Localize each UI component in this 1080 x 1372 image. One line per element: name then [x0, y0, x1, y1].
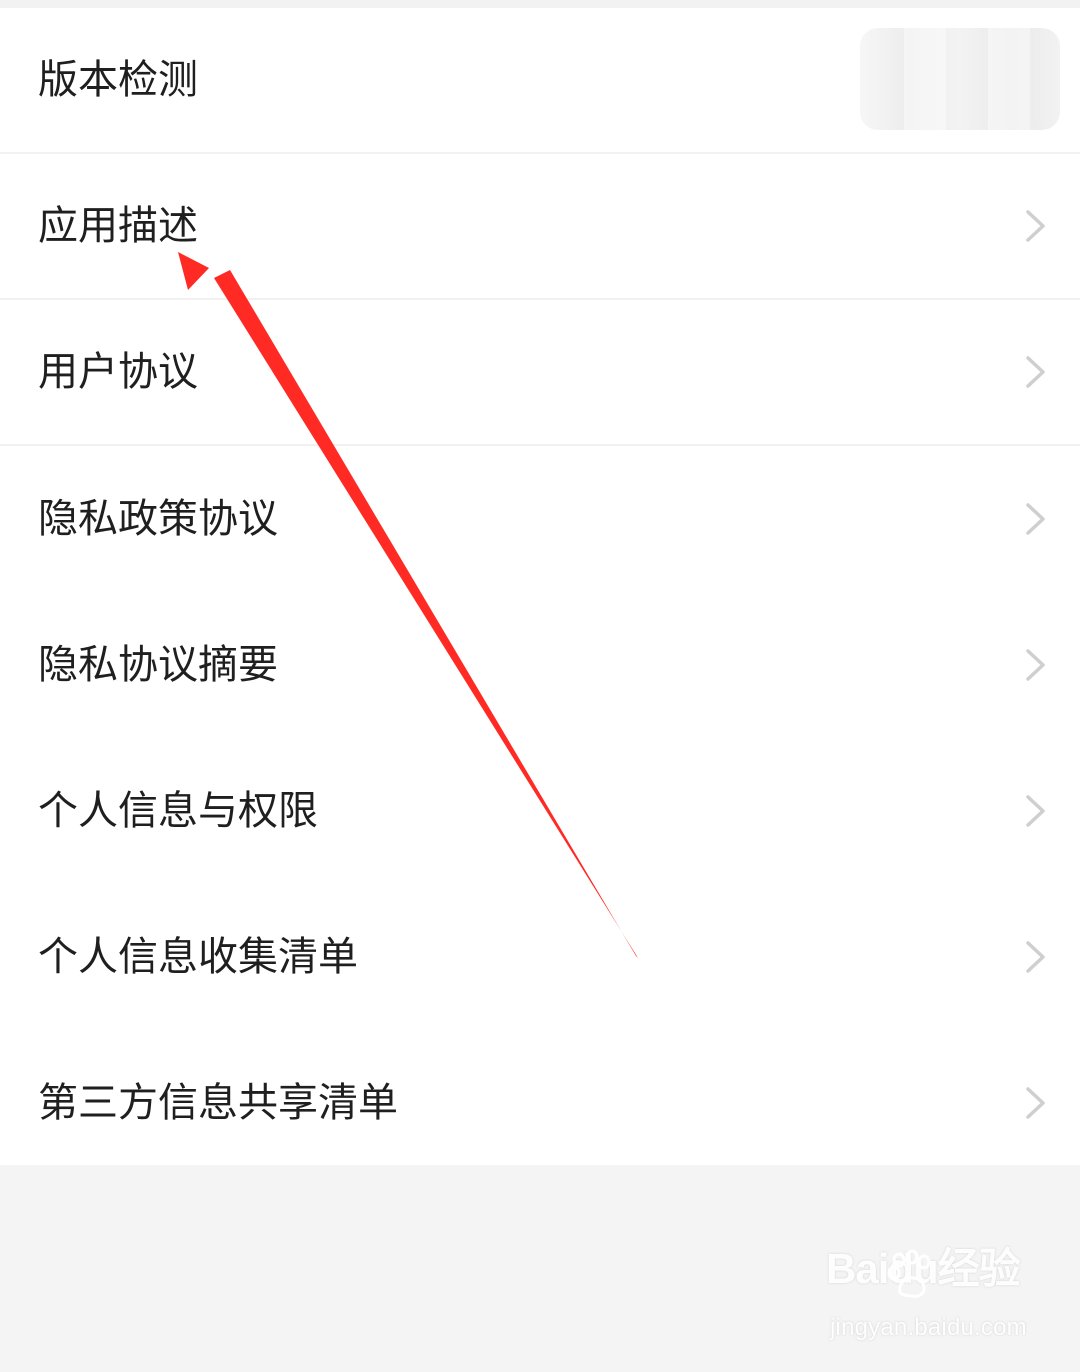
settings-item-label: 版本检测	[38, 57, 198, 103]
settings-item-label: 隐私政策协议	[38, 496, 278, 542]
watermark-site-text: jingyan.baidu.com	[830, 1314, 1027, 1341]
baidu-watermark: Baidu经验 jingyan.baidu.com	[826, 1248, 1038, 1352]
settings-item-label: 个人信息与权限	[38, 788, 318, 834]
blurred-version-value	[860, 28, 1060, 130]
settings-item-label: 个人信息收集清单	[38, 934, 358, 980]
settings-item-privacy-summary[interactable]: 隐私协议摘要	[0, 592, 1080, 738]
settings-item-label: 第三方信息共享清单	[38, 1080, 398, 1126]
settings-item-label: 用户协议	[38, 349, 198, 395]
settings-item-app-description[interactable]: 应用描述	[0, 154, 1080, 300]
settings-item-version-check[interactable]: 版本检测	[0, 8, 1080, 154]
settings-list: 版本检测 应用描述 用户协议 隐私政策协议 隐私协议摘要 个人信息与权限 个人信…	[0, 8, 1080, 1165]
chevron-right-icon	[1022, 1085, 1050, 1121]
chevron-right-icon	[1022, 501, 1050, 537]
settings-item-personal-info-collection-list[interactable]: 个人信息收集清单	[0, 884, 1080, 1030]
chevron-right-icon	[1022, 647, 1050, 683]
settings-item-user-agreement[interactable]: 用户协议	[0, 300, 1080, 446]
settings-item-third-party-sharing-list[interactable]: 第三方信息共享清单	[0, 1030, 1080, 1176]
chevron-right-icon	[1022, 793, 1050, 829]
settings-item-label: 隐私协议摘要	[38, 642, 278, 688]
chevron-right-icon	[1022, 939, 1050, 975]
chevron-right-icon	[1022, 208, 1050, 244]
watermark-logo-text: Baidu经验	[826, 1245, 1021, 1292]
chevron-right-icon	[1022, 354, 1050, 390]
settings-item-personal-info-permissions[interactable]: 个人信息与权限	[0, 738, 1080, 884]
settings-item-label: 应用描述	[38, 203, 198, 249]
settings-item-privacy-policy[interactable]: 隐私政策协议	[0, 446, 1080, 592]
paw-icon	[887, 1250, 931, 1298]
top-strip	[0, 0, 1080, 8]
